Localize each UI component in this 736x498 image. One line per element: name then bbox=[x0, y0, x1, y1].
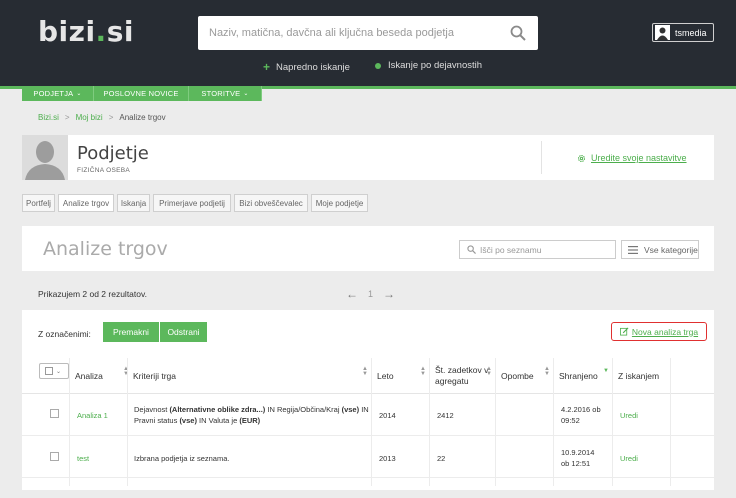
list-search-input[interactable]: Išči po seznamu bbox=[459, 240, 616, 259]
select-all-dropdown[interactable]: ⌄ bbox=[39, 363, 69, 379]
column-header-analysis[interactable]: Analiza bbox=[75, 358, 103, 394]
analyses-table-card: Z označenimi: Premakni Odstrani Nova ana… bbox=[22, 310, 714, 490]
tab-portfolio[interactable]: Portfelj bbox=[22, 194, 55, 212]
advanced-search-link[interactable]: + Napredno iskanje bbox=[263, 60, 350, 74]
sort-icon[interactable]: ▲ ▼ bbox=[420, 366, 426, 377]
breadcrumb-current: Analize trgov bbox=[119, 113, 166, 122]
move-button[interactable]: Premakni bbox=[103, 322, 159, 342]
chevron-down-icon: ⌄ bbox=[243, 91, 249, 97]
dot-icon bbox=[375, 62, 381, 69]
nav-item-companies[interactable]: PODJETJA ⌄ bbox=[22, 86, 94, 101]
arrow-right-icon[interactable]: → bbox=[383, 287, 395, 301]
page-number[interactable]: 1 bbox=[368, 289, 373, 299]
new-analysis-button[interactable]: Nova analiza trga bbox=[611, 322, 707, 341]
column-header-criteria[interactable]: Kriteriji trga bbox=[133, 358, 176, 394]
breadcrumb: Bizi.si > Moj bizi > Analize trgov bbox=[38, 113, 166, 122]
company-search-box bbox=[198, 16, 538, 50]
breadcrumb-link-home[interactable]: Bizi.si bbox=[38, 113, 59, 122]
table-row: Analiza 1 Dejavnost (Alternativne oblike… bbox=[22, 394, 714, 436]
select-all-checkbox[interactable] bbox=[45, 367, 53, 375]
records-value: 2412 bbox=[437, 411, 454, 420]
selected-actions-label: Z označenimi: bbox=[38, 329, 91, 339]
saved-date: 4.2.2016 ob 09:52 bbox=[561, 405, 601, 425]
arrow-left-icon[interactable]: ← bbox=[346, 287, 358, 301]
chevron-down-icon: ⌄ bbox=[56, 368, 62, 375]
search-icon bbox=[467, 245, 476, 254]
tab-searches[interactable]: Iskanja bbox=[117, 194, 150, 212]
pagination: ← 1 → bbox=[346, 287, 395, 301]
categories-dropdown[interactable]: Vse kategorije bbox=[621, 240, 699, 259]
nav-item-business-news[interactable]: POSLOVNE NOVICE bbox=[94, 86, 189, 101]
company-search-input[interactable] bbox=[209, 27, 509, 39]
column-header-year[interactable]: Leto bbox=[377, 358, 394, 394]
table-row: test Izbrana podjetja iz seznama. 2013 2… bbox=[22, 436, 714, 478]
sort-icon[interactable]: ▲ ▼ bbox=[123, 366, 129, 377]
edit-link[interactable]: Uredi bbox=[620, 453, 638, 464]
result-count: Prikazujem 2 od 2 rezultatov. bbox=[38, 289, 147, 299]
sort-active-icon[interactable]: ▼ bbox=[603, 368, 609, 374]
sort-icon[interactable]: ▲ ▼ bbox=[362, 366, 368, 377]
market-criteria: Dejavnost (Alternativne oblike zdra...) … bbox=[134, 405, 369, 425]
profile-type: FIZIČNA OSEBA bbox=[77, 167, 131, 174]
search-icon[interactable] bbox=[510, 25, 526, 41]
column-header-note[interactable]: Opombe bbox=[501, 358, 534, 394]
divider bbox=[541, 141, 542, 174]
remove-button[interactable]: Odstrani bbox=[160, 322, 207, 342]
tab-market-analyses[interactable]: Analize trgov bbox=[58, 194, 114, 212]
menu-icon bbox=[628, 245, 638, 254]
user-avatar-icon bbox=[655, 25, 670, 40]
sort-icon[interactable]: ▲ ▼ bbox=[486, 366, 492, 377]
profile-avatar bbox=[22, 135, 68, 180]
activity-search-link[interactable]: Iskanje po dejavnostih bbox=[375, 60, 482, 71]
logo[interactable]: bizi.si bbox=[38, 15, 134, 48]
title-card: Analize trgov Išči po seznamu Vse katego… bbox=[22, 226, 714, 271]
tab-my-company[interactable]: Moje podjetje bbox=[311, 194, 368, 212]
sort-icon[interactable]: ▲ ▼ bbox=[544, 366, 550, 377]
chevron-down-icon: ⌄ bbox=[76, 91, 82, 97]
plus-icon: + bbox=[263, 60, 271, 74]
profile-name: Podjetje bbox=[77, 143, 149, 164]
year-value: 2014 bbox=[379, 411, 396, 420]
section-tabs: Portfelj Analize trgov Iskanja Primerjav… bbox=[22, 194, 371, 212]
pencil-icon bbox=[619, 327, 629, 336]
row-checkbox[interactable] bbox=[50, 452, 59, 461]
nav-item-services[interactable]: STORITVE ⌄ bbox=[189, 86, 262, 101]
analysis-name-link[interactable]: test bbox=[77, 453, 89, 464]
column-header-from-search: Z iskanjem bbox=[618, 371, 660, 381]
profile-card: Podjetje FIZIČNA OSEBA Uredite svoje nas… bbox=[22, 135, 714, 180]
settings-link[interactable]: Uredite svoje nastavitve bbox=[577, 153, 687, 163]
table-header: Analiza Kriteriji trga Leto Št. zadetkov… bbox=[22, 358, 714, 394]
tab-company-comparisons[interactable]: Primerjave podjetij bbox=[153, 194, 231, 212]
market-criteria: Izbrana podjetja iz seznama. bbox=[134, 454, 230, 463]
row-checkbox[interactable] bbox=[50, 409, 59, 418]
page-title: Analize trgov bbox=[43, 238, 168, 260]
breadcrumb-link-my-bizi[interactable]: Moj bizi bbox=[76, 113, 103, 122]
column-header-records[interactable]: Št. zadetkov v agregatu bbox=[435, 358, 488, 394]
analysis-name-link[interactable]: Analiza 1 bbox=[77, 410, 108, 421]
main-nav: PODJETJA ⌄ POSLOVNE NOVICE STORITVE ⌄ bbox=[22, 86, 262, 101]
user-menu-button[interactable]: tsmedia bbox=[652, 23, 714, 42]
column-header-saved[interactable]: Shranjeno bbox=[559, 358, 598, 394]
year-value: 2013 bbox=[379, 454, 396, 463]
edit-link[interactable]: Uredi bbox=[620, 410, 638, 421]
tab-bizi-notifier[interactable]: Bizi obveščevalec bbox=[234, 194, 308, 212]
records-value: 22 bbox=[437, 454, 446, 463]
saved-date: 10.9.2014 ob 12:51 bbox=[561, 448, 595, 468]
username: tsmedia bbox=[675, 27, 707, 38]
top-header: bizi.si +Napredno iskanje Iskanje po dej… bbox=[0, 0, 736, 86]
gear-icon bbox=[577, 154, 586, 162]
